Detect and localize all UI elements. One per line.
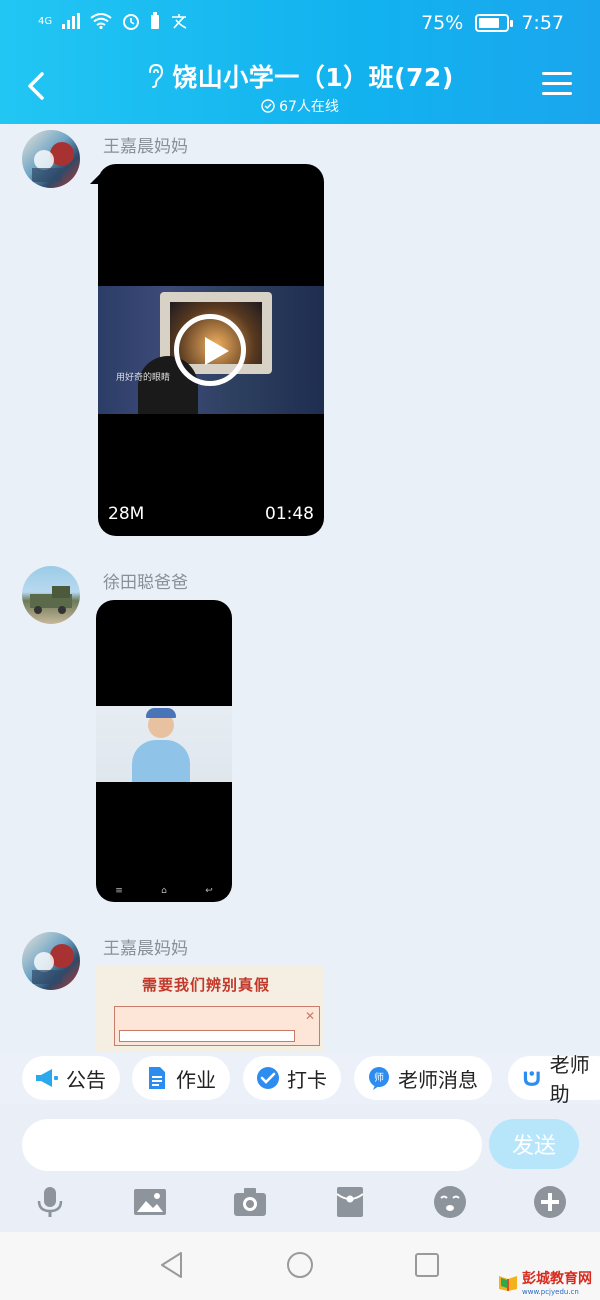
avatar[interactable] — [22, 932, 80, 990]
play-icon[interactable] — [174, 314, 246, 386]
battery-fill — [479, 18, 500, 28]
mini-menu-icon: ≡ — [115, 886, 123, 896]
wifi-icon — [90, 13, 112, 29]
chip-label: 打卡 — [287, 1067, 327, 1092]
language-icon — [172, 14, 187, 29]
battery-percent: 75% — [421, 12, 464, 34]
online-status: 67人在线 — [261, 96, 339, 116]
emoji-icon[interactable] — [432, 1184, 468, 1220]
image-caption: 需要我们辨别真假 — [142, 976, 271, 994]
chevron-left-icon — [28, 72, 44, 100]
plus-icon[interactable] — [532, 1184, 568, 1220]
input-area: 发送 — [0, 1104, 600, 1232]
avatar-image — [30, 586, 72, 614]
megaphone-icon — [36, 1069, 58, 1087]
chat-title: 饶山小学一（1）班(72) — [146, 58, 454, 94]
video-thumbnail — [96, 706, 232, 782]
chip-label: 作业 — [176, 1067, 216, 1092]
announcement-button[interactable]: 公告 — [22, 1056, 120, 1100]
system-navigation-bar: 彭城教育网 www.pcjyedu.cn — [0, 1232, 600, 1300]
image-message[interactable]: 需要我们辨别真假 ✕ — [96, 966, 324, 1056]
nav-recents-icon[interactable] — [412, 1250, 442, 1280]
status-left: 4G — [38, 12, 188, 30]
teacher-assistant-icon — [523, 1071, 540, 1086]
video-size: 28M — [108, 504, 145, 524]
thumbnail-cap — [146, 708, 176, 718]
watermark: 彭城教育网 www.pcjyedu.cn — [498, 1268, 592, 1296]
svg-text:师: 师 — [374, 1071, 384, 1084]
battery-saver-icon — [151, 12, 160, 29]
menu-line — [542, 72, 572, 75]
chat-title-text: 饶山小学一（1）班(72) — [172, 63, 454, 92]
nav-back-icon[interactable] — [157, 1250, 187, 1280]
avatar[interactable] — [22, 566, 80, 624]
quick-actions-bar: 公告 作业 打卡 师 老师消息 老师助 — [0, 1052, 600, 1106]
mini-back-icon: ↩ — [205, 886, 213, 896]
menu-line — [542, 82, 572, 85]
image-window-graphic: ✕ — [114, 1006, 320, 1046]
teacher-message-icon: 师 — [369, 1067, 389, 1090]
menu-button[interactable] — [542, 72, 572, 96]
chat-title-area[interactable]: 饶山小学一（1）班(72) 67人在线 — [120, 58, 480, 117]
clock: 7:57 — [521, 12, 564, 34]
document-icon — [149, 1067, 165, 1089]
nav-home-icon[interactable] — [285, 1250, 315, 1280]
menu-line — [542, 92, 572, 95]
status-right: 75% 7:57 — [421, 12, 564, 34]
video-navbar: ≡ ⌂ ↩ — [96, 886, 232, 896]
sender-name: 徐田聪爸爸 — [103, 573, 188, 593]
alarm-icon — [123, 14, 140, 30]
chip-label: 老师消息 — [398, 1067, 478, 1092]
back-button[interactable] — [18, 66, 58, 106]
battery-icon — [475, 14, 514, 32]
book-logo-icon — [499, 1276, 517, 1291]
online-count: 67人在线 — [279, 99, 339, 115]
teacher-message-button[interactable]: 师 老师消息 — [354, 1056, 492, 1100]
avatar[interactable] — [22, 130, 80, 188]
mini-home-icon: ⌂ — [161, 886, 167, 896]
network-label: 4G — [38, 15, 53, 27]
sender-name: 王嘉晨妈妈 — [103, 137, 188, 157]
send-button[interactable]: 发送 — [489, 1119, 579, 1169]
watermark-text: 彭城教育网 — [522, 1271, 592, 1287]
online-check-icon — [261, 99, 275, 113]
sender-name: 王嘉晨妈妈 — [103, 939, 188, 959]
chip-label: 老师助 — [549, 1053, 590, 1106]
close-icon: ✕ — [304, 1009, 315, 1023]
video-frame-caption: 用好奇的眼睛 — [116, 373, 171, 383]
red-packet-icon[interactable] — [332, 1184, 368, 1220]
video-message[interactable]: ≡ ⌂ ↩ — [96, 600, 232, 902]
homework-button[interactable]: 作业 — [132, 1056, 230, 1100]
camera-icon[interactable] — [232, 1184, 268, 1220]
checkin-button[interactable]: 打卡 — [243, 1056, 341, 1100]
chip-label: 公告 — [66, 1067, 106, 1092]
watermark-url: www.pcjyedu.cn — [522, 1288, 579, 1296]
chat-message: 王嘉晨妈妈 用好奇的眼睛 28M 01:48 — [0, 130, 600, 550]
image-search-bar — [119, 1030, 295, 1042]
play-triangle — [205, 337, 229, 365]
app-header: 4G 75% 7:57 饶山小学一（1）班(72) 67人在线 — [0, 0, 600, 124]
video-message[interactable]: 用好奇的眼睛 28M 01:48 — [98, 164, 324, 536]
image-icon[interactable] — [132, 1184, 168, 1220]
chat-message: 徐田聪爸爸 ≡ ⌂ ↩ — [0, 566, 600, 906]
checkin-icon — [257, 1067, 279, 1089]
ear-icon — [149, 63, 164, 88]
status-bar: 4G 75% 7:57 — [0, 0, 600, 48]
avatar-image — [32, 944, 74, 984]
thumbnail-shirt — [132, 740, 190, 782]
avatar-image — [32, 142, 74, 182]
message-input[interactable] — [22, 1119, 482, 1171]
microphone-icon[interactable] — [32, 1184, 68, 1220]
teacher-assistant-button[interactable]: 老师助 — [508, 1053, 600, 1106]
signal-icon — [62, 13, 81, 29]
video-duration: 01:48 — [265, 504, 314, 524]
